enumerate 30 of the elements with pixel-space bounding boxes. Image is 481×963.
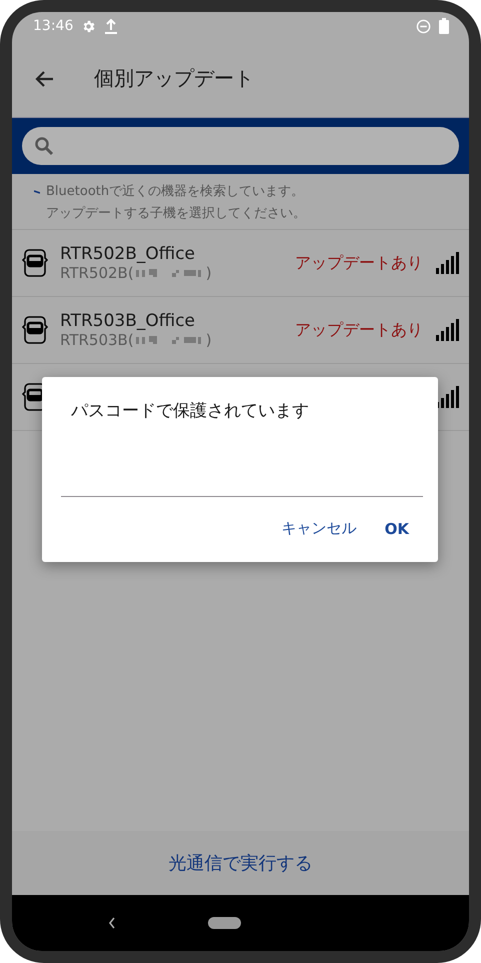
signal-icon xyxy=(435,385,459,409)
device-model: RTR503B( xyxy=(60,331,134,349)
battery-icon xyxy=(439,18,449,34)
device-model: RTR502B( xyxy=(60,264,134,282)
device-name: RTR503B_Office xyxy=(60,311,196,331)
device-icon xyxy=(22,248,48,278)
search-field[interactable] xyxy=(22,127,459,165)
home-pill-icon[interactable] xyxy=(208,917,241,929)
back-arrow-icon[interactable] xyxy=(34,70,54,88)
do-not-disturb-icon xyxy=(416,18,431,34)
signal-icon xyxy=(435,318,459,342)
upload-icon xyxy=(104,18,118,34)
closing-parenthesis: ) xyxy=(206,331,212,349)
dialog-title: パスコードで保護されています xyxy=(70,400,310,422)
optical-run-button[interactable]: 光通信で実行する xyxy=(12,831,469,895)
device-name: RTR502B_Office xyxy=(60,244,196,264)
status-time: 13:46 xyxy=(33,18,74,34)
spinner-icon xyxy=(34,190,40,194)
update-status: アップデートあり xyxy=(295,252,423,274)
search-icon xyxy=(34,136,54,156)
page-title: 個別アップデート xyxy=(94,65,254,92)
ok-button[interactable]: OK xyxy=(374,513,419,544)
settings-icon xyxy=(81,18,96,34)
update-status: アップデートあり xyxy=(295,320,423,340)
cancel-button[interactable]: キャンセル xyxy=(272,513,367,544)
back-nav-icon[interactable] xyxy=(108,917,116,929)
info-text: Bluetoothで近くの機器を検索しています。 アップデートする子機を選択してください。 xyxy=(46,183,306,223)
signal-icon xyxy=(435,251,459,275)
closing-parenthesis: ) xyxy=(206,264,212,282)
device-icon xyxy=(22,315,48,345)
